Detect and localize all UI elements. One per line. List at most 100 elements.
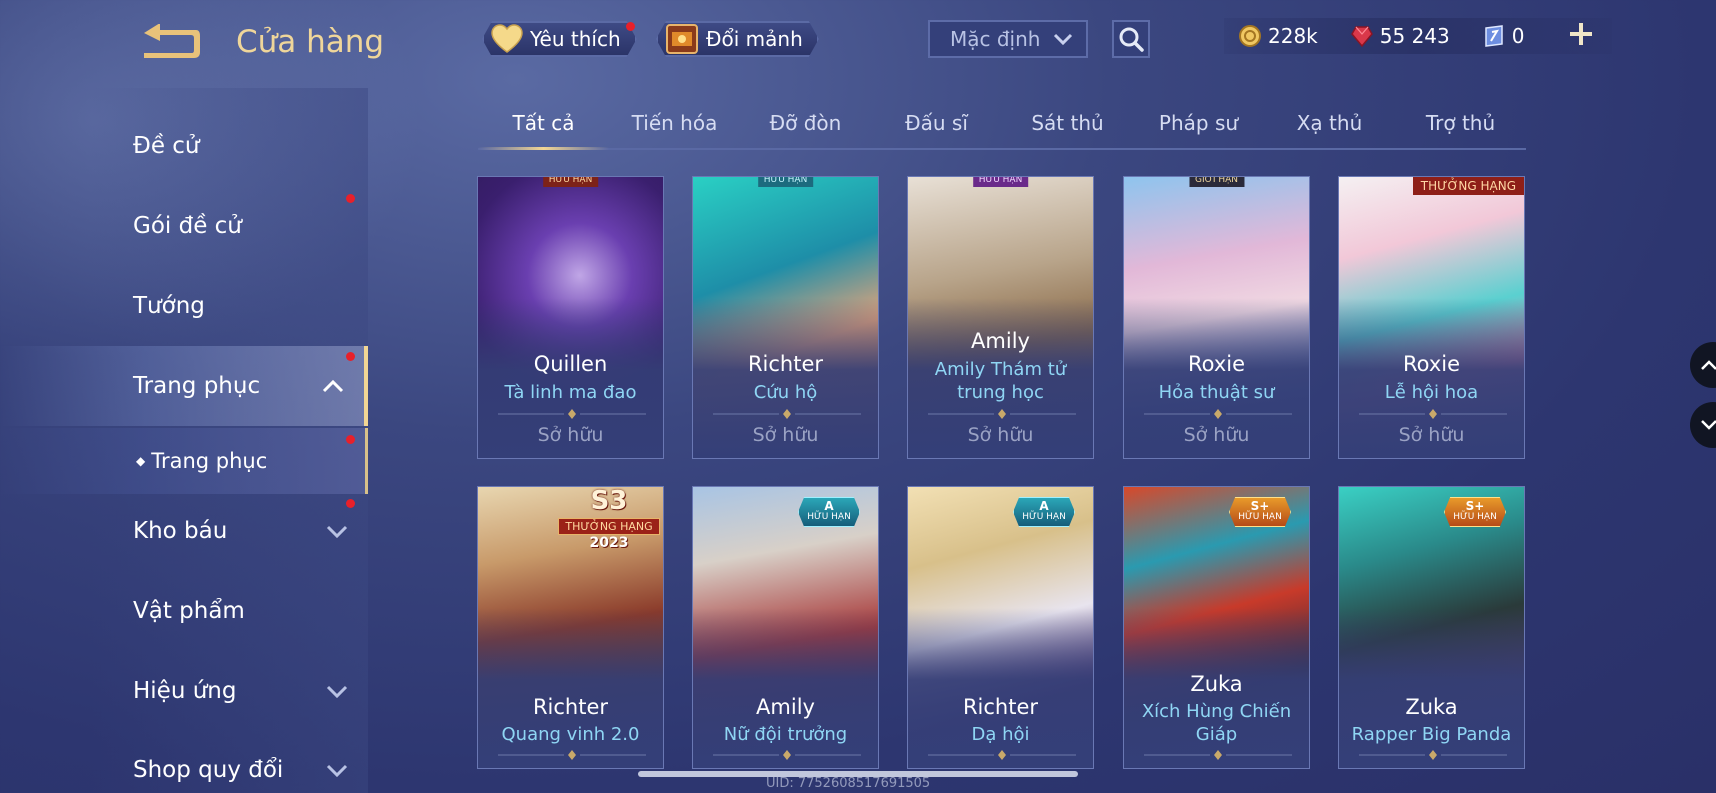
currency-bar: 228k 55 243 0 xyxy=(1224,18,1612,54)
skin-name: Lễ hội hoa xyxy=(1384,382,1479,403)
ownership-status: Sở hữu xyxy=(1183,424,1250,446)
sidebar-item-label: Trang phục xyxy=(151,449,268,473)
hero-name: Zuka xyxy=(1405,695,1458,719)
sidebar-item-heroes[interactable]: Tướng xyxy=(0,270,368,342)
sort-label: Mặc định xyxy=(950,27,1041,51)
skin-card[interactable]: A HỮU HẠN Amily Nữ đội trưởng xyxy=(692,486,879,769)
tab-evolution[interactable]: Tiến hóa xyxy=(609,100,740,148)
ruby-amount: 55 243 xyxy=(1379,24,1450,48)
diamond-bullet-icon: ◆ xyxy=(136,454,146,468)
sidebar-item-label: Tướng xyxy=(133,293,205,319)
ownership-status: Sở hữu xyxy=(967,424,1034,446)
sidebar-item-label: Vật phẩm xyxy=(133,598,245,624)
sidebar-item-label: Shop quy đổi xyxy=(133,757,284,783)
skin-name: Quang vinh 2.0 xyxy=(501,724,640,745)
divider-ornament xyxy=(498,409,646,419)
grade-label: S+ xyxy=(1465,499,1485,513)
divider-ornament xyxy=(498,750,646,760)
skin-card[interactable]: A HỮU HẠN Richter Dạ hội xyxy=(907,486,1094,769)
skin-card[interactable]: HỮU HẠN Richter Cứu hộ Sở hữu xyxy=(692,176,879,459)
notification-dot xyxy=(346,194,355,203)
tab-all[interactable]: Tất cả xyxy=(478,100,609,150)
sidebar-item-label: Kho báu xyxy=(133,518,228,544)
tab-fighter[interactable]: Đấu sĩ xyxy=(871,100,1002,148)
exchange-shards-button[interactable]: Đổi mảnh xyxy=(656,21,819,57)
limited-label: HỮU HẠN xyxy=(1022,512,1066,522)
sidebar-item-recommended[interactable]: Đề cử xyxy=(0,110,368,182)
skin-name: Tà linh ma đao xyxy=(504,382,637,403)
sidebar-item-exchange-shop[interactable]: Shop quy đổi xyxy=(0,734,368,793)
tab-support[interactable]: Trợ thủ xyxy=(1395,100,1526,148)
skin-name: Amily Thám tử trung học xyxy=(934,359,1067,403)
sidebar-item-items[interactable]: Vật phẩm xyxy=(0,575,368,647)
chevron-down-icon xyxy=(326,679,348,703)
notification-dot xyxy=(346,435,355,444)
chevron-up-icon xyxy=(1701,360,1716,370)
sort-dropdown[interactable]: Mặc định xyxy=(928,20,1088,58)
divider-ornament xyxy=(1359,750,1507,760)
skin-card[interactable]: S3 THƯỞNG HẠNG 2023 Richter Quang vinh 2… xyxy=(477,486,664,769)
sidebar-subitem-skins[interactable]: ◆ Trang phục xyxy=(0,428,368,494)
divider-ornament xyxy=(928,750,1076,760)
ownership-status: Sở hữu xyxy=(752,424,819,446)
category-tabs: Tất cả Tiến hóa Đỡ đòn Đấu sĩ Sát thủ Ph… xyxy=(478,100,1526,150)
favorite-button[interactable]: Yêu thích xyxy=(482,21,637,57)
limited-label: HỮU HẠN xyxy=(1238,512,1282,522)
limited-badge: GIỚI HẠN xyxy=(1188,177,1245,187)
notification-dot xyxy=(626,22,635,31)
skin-card[interactable]: HỮU HẠN Quillen Tà linh ma đao Sở hữu xyxy=(477,176,664,459)
ownership-status: Sở hữu xyxy=(1398,424,1465,446)
hero-name: Amily xyxy=(971,329,1030,353)
hero-name: Amily xyxy=(756,695,815,719)
skin-card[interactable]: GIỚI HẠN Roxie Hỏa thuật sư Sở hữu xyxy=(1123,176,1310,459)
gold-amount: 228k xyxy=(1268,24,1318,48)
voucher-currency: 0 xyxy=(1482,24,1525,48)
sidebar-item-recommended-bundles[interactable]: Gói đề cử xyxy=(0,190,368,262)
skin-card[interactable]: HỮU HẠN Amily Amily Thám tử trung học Sở… xyxy=(907,176,1094,459)
limited-badge: HỮU HẠN xyxy=(972,177,1029,187)
ruby-currency: 55 243 xyxy=(1350,24,1450,48)
chevron-down-icon xyxy=(1052,28,1074,55)
tab-assassin[interactable]: Sát thủ xyxy=(1002,100,1133,148)
sidebar-item-effects[interactable]: Hiệu ứng xyxy=(0,655,368,727)
divider-ornament xyxy=(1144,409,1292,419)
hero-name: Richter xyxy=(532,695,609,719)
tab-marksman[interactable]: Xạ thủ xyxy=(1264,100,1395,148)
skin-name: Xích Hùng Chiến Giáp xyxy=(1141,701,1292,745)
scroll-up-button[interactable] xyxy=(1690,342,1716,388)
limited-label: HỮU HẠN xyxy=(1453,512,1497,522)
sidebar-item-skins[interactable]: Trang phục xyxy=(0,346,368,426)
divider-ornament xyxy=(928,409,1076,419)
grade-label: A xyxy=(824,499,834,513)
grade-badge: S+ HỮU HẠN xyxy=(1444,497,1506,527)
skin-name: Dạ hội xyxy=(971,724,1030,745)
user-id-watermark: UID: 7752608517691505 xyxy=(766,776,931,791)
skin-card[interactable]: THƯỞNG HẠNG Roxie Lễ hội hoa Sở hữu xyxy=(1338,176,1525,459)
add-currency-button[interactable] xyxy=(1568,20,1594,55)
search-icon xyxy=(1119,27,1144,52)
ruby-icon xyxy=(1350,26,1373,48)
skin-name: Nữ đội trưởng xyxy=(723,724,848,745)
skin-card[interactable]: S+ HỮU HẠN Zuka Xích Hùng Chiến Giáp xyxy=(1123,486,1310,769)
grade-badge: A HỮU HẠN xyxy=(798,497,860,527)
plus-icon xyxy=(1570,23,1592,45)
tab-mage[interactable]: Pháp sư xyxy=(1133,100,1264,148)
divider-ornament xyxy=(713,409,861,419)
skin-grid: HỮU HẠN Quillen Tà linh ma đao Sở hữu HỮ… xyxy=(477,176,1525,793)
divider-ornament xyxy=(713,750,861,760)
search-button[interactable] xyxy=(1112,20,1150,58)
back-button[interactable] xyxy=(136,23,202,64)
voucher-amount: 0 xyxy=(1511,24,1525,48)
voucher-icon xyxy=(1485,25,1503,47)
sidebar-item-treasure[interactable]: Kho báu xyxy=(0,495,368,567)
hero-name: Quillen xyxy=(533,352,608,376)
scroll-down-button[interactable] xyxy=(1690,402,1716,448)
skin-card[interactable]: S+ HỮU HẠN Zuka Rapper Big Panda xyxy=(1338,486,1525,769)
chevron-down-icon xyxy=(326,758,348,782)
gold-coin-icon xyxy=(1239,25,1261,47)
season-label: S3 xyxy=(590,486,628,516)
limited-badge: HỮU HẠN xyxy=(757,177,814,187)
skin-name: Rapper Big Panda xyxy=(1351,724,1512,745)
tab-tank[interactable]: Đỡ đòn xyxy=(740,100,871,148)
season-rank-badge: S3 THƯỞNG HẠNG 2023 xyxy=(555,486,663,551)
